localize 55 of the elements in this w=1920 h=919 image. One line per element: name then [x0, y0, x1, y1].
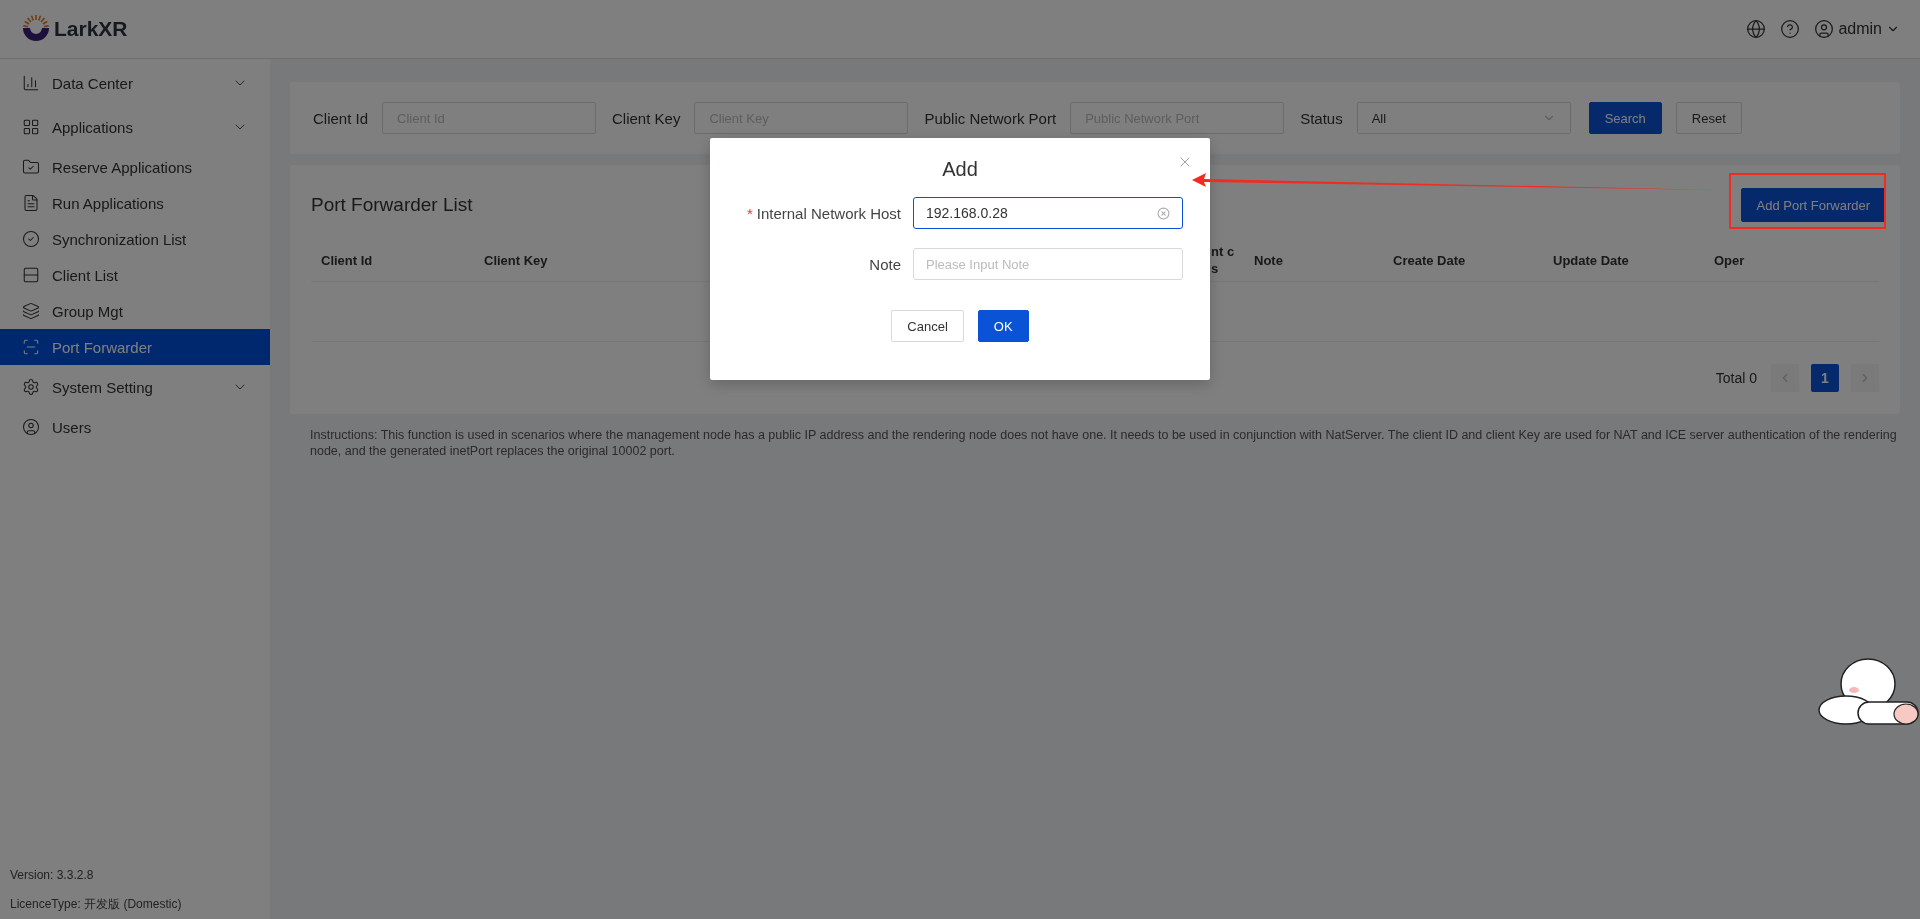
add-button[interactable]: Add Port Forwarder — [1740, 188, 1886, 222]
sidebar-item[interactable]: Synchronization List — [0, 221, 270, 257]
clear-icon[interactable] — [1157, 206, 1170, 220]
sidebar-item[interactable]: Port Forwarder — [0, 329, 270, 365]
filter-label: Status — [1300, 109, 1343, 127]
sidebar-item[interactable]: Data Center — [0, 61, 270, 105]
sidebar-item[interactable]: System Setting — [0, 365, 270, 409]
field-label-text: Note — [869, 255, 901, 273]
user-name[interactable]: admin — [1838, 20, 1882, 38]
sidebar-item[interactable]: Run Applications — [0, 185, 270, 221]
list-title: Port Forwarder List — [311, 194, 473, 216]
search-button[interactable]: Search — [1588, 102, 1662, 134]
column-header: Oper — [1714, 251, 1745, 269]
field-label-text: Internal Network Host — [756, 204, 901, 222]
cancel-button[interactable]: Cancel — [891, 310, 964, 342]
help-icon[interactable] — [1780, 19, 1801, 39]
language-icon[interactable] — [1746, 19, 1767, 39]
check-circle-icon — [22, 230, 40, 248]
version-text: Version: 3.3.2.8 — [10, 868, 95, 882]
user-icon[interactable] — [1814, 19, 1835, 39]
sidebar-item[interactable]: Users — [0, 409, 270, 445]
dialog-title: Add — [942, 158, 978, 181]
filter-label: Public Network Port — [924, 109, 1057, 127]
filter-label: Client Key — [612, 109, 681, 127]
user-icon — [22, 418, 40, 436]
column-header: Create Date — [1393, 251, 1466, 269]
folder-icon — [22, 158, 40, 176]
sidebar-item[interactable]: Group Mgt — [0, 293, 270, 329]
chart-icon — [22, 74, 40, 92]
instructions-text: Instructions: This function is used in scenarios where the management node has a public IP address and the rendering node does not have one. It needs to be used in conjunction with NatServer. The client ID and client Key are used for NAT and ICE server authentication of the rendering node, and the generated inetPort replaces the original 10002 port. — [310, 427, 1898, 459]
sidebar-item[interactable]: Client List — [0, 257, 270, 293]
bracket-frame-icon — [22, 338, 40, 356]
rows-icon — [22, 266, 40, 284]
logo-icon — [20, 14, 52, 44]
logo-text: LarkXR — [54, 17, 128, 41]
column-header: nt c s — [1211, 243, 1235, 277]
sidebar-item[interactable]: Applications — [0, 105, 270, 149]
reset-button[interactable]: Reset — [1675, 102, 1742, 134]
document-icon — [22, 194, 40, 212]
input-field[interactable]: 192.168.0.28 — [913, 197, 1183, 229]
column-header: Note — [1254, 251, 1283, 269]
column-header: Update Date — [1553, 251, 1629, 269]
sidebar-item[interactable]: Reserve Applications — [0, 149, 270, 185]
filter-label: Client Id — [313, 109, 369, 127]
layers-icon — [22, 302, 40, 320]
required-mark: * — [746, 204, 753, 222]
total-count: Total 0 — [1715, 370, 1757, 386]
page-button[interactable]: 1 — [1811, 364, 1839, 392]
column-header: Client Id — [321, 251, 373, 269]
settings-icon — [22, 378, 40, 396]
ok-button[interactable]: OK — [977, 310, 1029, 342]
licence-text: LicenceType: 开发版 (Domestic) — [10, 896, 183, 913]
column-header: Client Key — [484, 251, 548, 269]
status-select[interactable]: All — [1356, 102, 1571, 134]
grid-icon — [22, 118, 40, 136]
